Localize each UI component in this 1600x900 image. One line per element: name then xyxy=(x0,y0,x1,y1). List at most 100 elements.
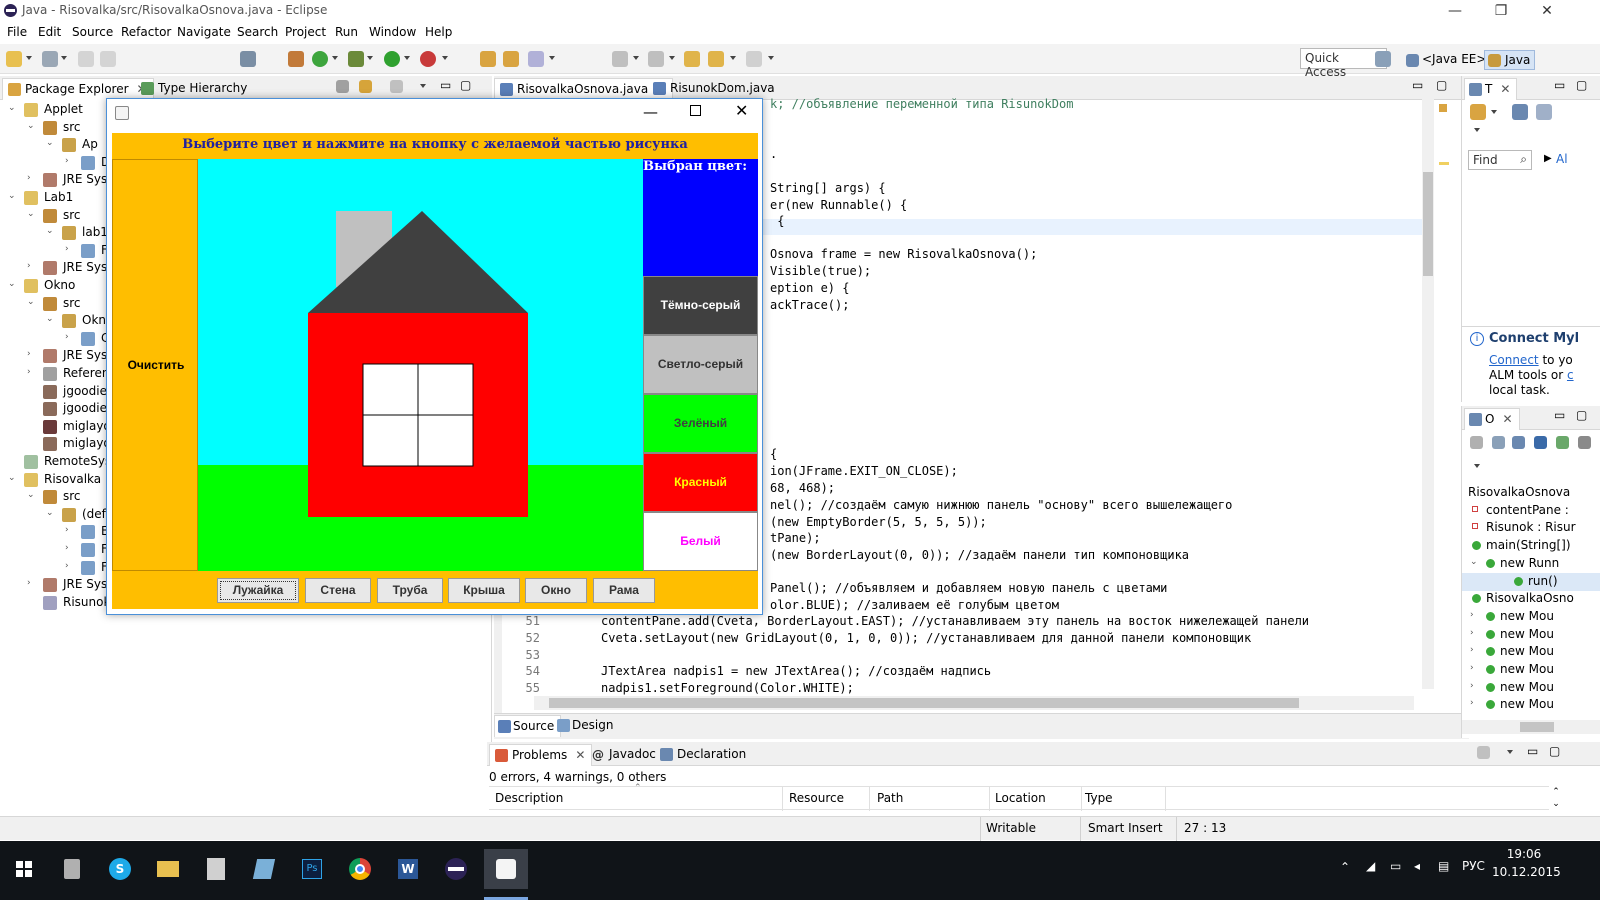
chevron-down-icon[interactable]: ⌄ xyxy=(46,226,54,236)
pin-icon[interactable] xyxy=(240,51,256,67)
outline-item[interactable]: main(String[]) xyxy=(1462,537,1600,555)
tab-outline[interactable]: O ✕ xyxy=(1464,408,1520,430)
part-button[interactable]: Лужайка xyxy=(217,578,299,603)
chevron-down-icon[interactable] xyxy=(669,56,675,60)
collapse-all-icon[interactable] xyxy=(336,80,349,93)
bug-icon[interactable] xyxy=(348,51,364,67)
tab-type-hierarchy[interactable]: Type Hierarchy xyxy=(136,78,253,100)
chevron-down-icon[interactable] xyxy=(332,56,338,60)
word-icon[interactable]: W xyxy=(388,849,428,889)
chevron-right-icon[interactable]: › xyxy=(27,367,31,377)
tab-javadoc[interactable]: @ Javadoc xyxy=(587,744,662,766)
chevron-right-icon[interactable]: › xyxy=(1470,610,1474,620)
close-icon[interactable]: ✕ xyxy=(1500,82,1510,96)
chevron-down-icon[interactable]: ⌄ xyxy=(8,103,16,113)
notepad-icon[interactable] xyxy=(244,849,284,889)
menu-edit[interactable]: Edit xyxy=(38,25,61,39)
open-folder-icon[interactable] xyxy=(503,51,519,67)
notification-icon[interactable]: ▤ xyxy=(1438,859,1449,873)
outline-item[interactable]: run() xyxy=(1462,572,1600,591)
chevron-right-icon[interactable]: › xyxy=(1470,681,1474,691)
hide-fields-icon[interactable] xyxy=(1470,436,1483,449)
chevron-down-icon[interactable] xyxy=(442,56,448,60)
outline-item[interactable]: › new Mou xyxy=(1462,661,1600,679)
tab-package-explorer[interactable]: Package Explorer✕ xyxy=(2,78,154,100)
print-icon[interactable] xyxy=(100,51,116,67)
categorize-icon[interactable] xyxy=(1512,104,1528,120)
chevron-right-icon[interactable]: › xyxy=(65,244,69,254)
outline-item[interactable]: › new Mou xyxy=(1462,608,1600,626)
close-button[interactable]: ✕ xyxy=(1524,0,1570,22)
chevron-down-icon[interactable] xyxy=(404,56,410,60)
new-task-icon[interactable] xyxy=(1470,104,1486,120)
outline-item[interactable]: › new Mou xyxy=(1462,626,1600,644)
hide-local-types-icon[interactable] xyxy=(1578,436,1591,449)
frame-maximize-button[interactable] xyxy=(690,105,701,116)
chevron-down-icon[interactable] xyxy=(768,56,774,60)
save-icon[interactable] xyxy=(42,51,58,67)
chevron-down-icon[interactable] xyxy=(61,56,67,60)
column-type[interactable]: Type xyxy=(1085,791,1113,805)
minimize-view-icon[interactable]: ▭ xyxy=(1527,744,1538,758)
maximize-view-icon[interactable]: ▢ xyxy=(1436,78,1447,92)
menu-file[interactable]: File xyxy=(7,25,27,39)
pencil-icon[interactable] xyxy=(528,51,544,67)
new-icon[interactable] xyxy=(6,51,22,67)
color-button[interactable]: Тёмно-серый xyxy=(643,276,758,335)
part-button[interactable]: Труба xyxy=(377,578,443,603)
minimize-view-icon[interactable]: ▭ xyxy=(1554,408,1565,422)
java-app-taskbar-icon[interactable] xyxy=(484,849,528,889)
chevron-right-icon[interactable]: › xyxy=(27,261,31,271)
menu-help[interactable]: Help xyxy=(425,25,452,39)
part-button[interactable]: Стена xyxy=(305,578,371,603)
next-annotation-icon[interactable] xyxy=(612,51,628,67)
hide-nonpublic-icon[interactable] xyxy=(1556,436,1569,449)
outline-item[interactable]: › new Mou xyxy=(1462,696,1600,714)
last-edit-icon[interactable] xyxy=(684,51,700,67)
open-perspective-icon[interactable] xyxy=(1375,51,1391,67)
part-button[interactable]: Крыша xyxy=(448,578,520,603)
outline-scrollbar-thumb[interactable] xyxy=(1520,722,1554,732)
view-menu-icon[interactable] xyxy=(1507,750,1513,754)
color-button[interactable]: Светло-серый xyxy=(643,335,758,394)
menu-refactor[interactable]: Refactor xyxy=(121,25,171,39)
column-description[interactable]: Description xyxy=(495,791,563,805)
external-tools-icon[interactable] xyxy=(420,51,436,67)
close-icon[interactable]: ✕ xyxy=(575,748,585,762)
color-button[interactable]: Красный xyxy=(643,453,758,512)
column-resource[interactable]: Resource xyxy=(789,791,844,805)
link-editor-icon[interactable] xyxy=(359,80,372,93)
chevron-down-icon[interactable]: ⌄ xyxy=(8,279,16,289)
tab-risunok-dom[interactable]: RisunokDom.java xyxy=(648,78,781,100)
chevron-right-icon[interactable]: › xyxy=(65,561,69,571)
outline-item[interactable]: contentPane : xyxy=(1462,502,1600,520)
chevron-right-icon[interactable]: › xyxy=(65,332,69,342)
drawing-canvas[interactable] xyxy=(198,159,643,571)
chevron-down-icon[interactable] xyxy=(1491,110,1497,114)
package-icon[interactable] xyxy=(288,51,304,67)
save-all-icon[interactable] xyxy=(78,51,94,67)
chevron-down-icon[interactable]: ⌄ xyxy=(46,508,54,518)
column-path[interactable]: Path xyxy=(877,791,903,805)
forward-icon[interactable] xyxy=(746,51,762,67)
part-button[interactable]: Окно xyxy=(525,578,587,603)
sort-icon[interactable] xyxy=(1512,436,1525,449)
outline-item[interactable]: RisovalkaOsno xyxy=(1462,590,1600,608)
menu-project[interactable]: Project xyxy=(285,25,326,39)
chevron-right-icon[interactable]: › xyxy=(27,173,31,183)
frame-minimize-button[interactable]: — xyxy=(643,103,658,121)
menu-source[interactable]: Source xyxy=(72,25,113,39)
menu-navigate[interactable]: Navigate xyxy=(177,25,231,39)
part-button[interactable]: Рама xyxy=(593,578,655,603)
chevron-down-icon[interactable]: ⌄ xyxy=(8,191,16,201)
occurrence-marker[interactable] xyxy=(1439,162,1449,165)
scrollbar-thumb[interactable] xyxy=(1423,172,1433,276)
chevron-down-icon[interactable] xyxy=(26,56,32,60)
network-icon[interactable]: ◢ xyxy=(1366,859,1375,873)
minimize-button[interactable]: — xyxy=(1432,0,1478,22)
photoshop-icon[interactable]: Ps xyxy=(292,849,332,889)
tab-task-list[interactable]: T ✕ xyxy=(1464,78,1518,100)
chevron-right-icon[interactable]: › xyxy=(27,349,31,359)
tanks-app-icon[interactable] xyxy=(52,849,92,889)
hide-static-icon[interactable] xyxy=(1534,436,1547,449)
